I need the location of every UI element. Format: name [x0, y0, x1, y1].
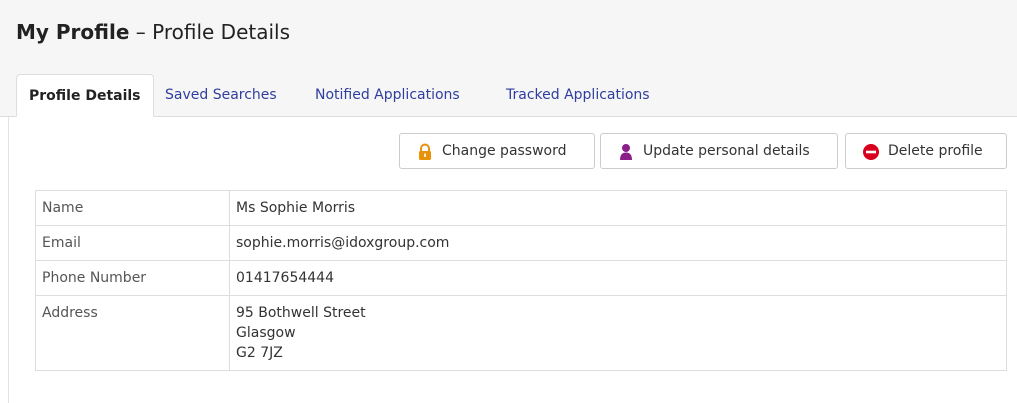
tab-saved-searches[interactable]: Saved Searches — [165, 74, 277, 116]
address-line: 95 Bothwell Street — [236, 305, 366, 321]
phone-value: 01417654444 — [229, 260, 1007, 296]
minus-circle-icon — [863, 144, 879, 160]
table-row-address: Address 95 Bothwell Street Glasgow G2 7J… — [35, 295, 1007, 371]
page-title-sub: Profile Details — [152, 20, 291, 44]
email-label: Email — [35, 225, 230, 261]
update-personal-details-button[interactable]: Update personal details — [600, 133, 838, 169]
page-header: My Profile – Profile Details — [0, 0, 1017, 70]
name-label: Name — [35, 190, 230, 226]
update-personal-details-label: Update personal details — [643, 143, 810, 159]
delete-profile-label: Delete profile — [888, 143, 983, 159]
table-row-name: Name Ms Sophie Morris — [35, 190, 1007, 226]
page-title-separator: – — [129, 20, 153, 44]
table-row-phone: Phone Number 01417654444 — [35, 260, 1007, 296]
address-label: Address — [35, 295, 230, 371]
address-value: 95 Bothwell Street Glasgow G2 7JZ — [229, 295, 1007, 371]
email-value: sophie.morris@idoxgroup.com — [229, 225, 1007, 261]
user-icon — [620, 144, 632, 160]
address-line: G2 7JZ — [236, 345, 283, 361]
tab-profile-details[interactable]: Profile Details — [16, 74, 154, 117]
tab-tracked-applications[interactable]: Tracked Applications — [506, 74, 650, 116]
table-row-email: Email sophie.morris@idoxgroup.com — [35, 225, 1007, 261]
change-password-button[interactable]: Change password — [399, 133, 595, 169]
name-value: Ms Sophie Morris — [229, 190, 1007, 226]
page-title-main: My Profile — [16, 20, 130, 44]
page-title: My Profile – Profile Details — [16, 20, 290, 44]
tab-notified-applications[interactable]: Notified Applications — [315, 74, 460, 116]
phone-label: Phone Number — [35, 260, 230, 296]
delete-profile-button[interactable]: Delete profile — [845, 133, 1007, 169]
lock-icon — [419, 143, 431, 160]
change-password-label: Change password — [442, 143, 567, 159]
panel-border — [8, 117, 9, 403]
profile-details-table: Name Ms Sophie Morris Email sophie.morri… — [35, 190, 1007, 371]
address-line: Glasgow — [236, 325, 296, 341]
